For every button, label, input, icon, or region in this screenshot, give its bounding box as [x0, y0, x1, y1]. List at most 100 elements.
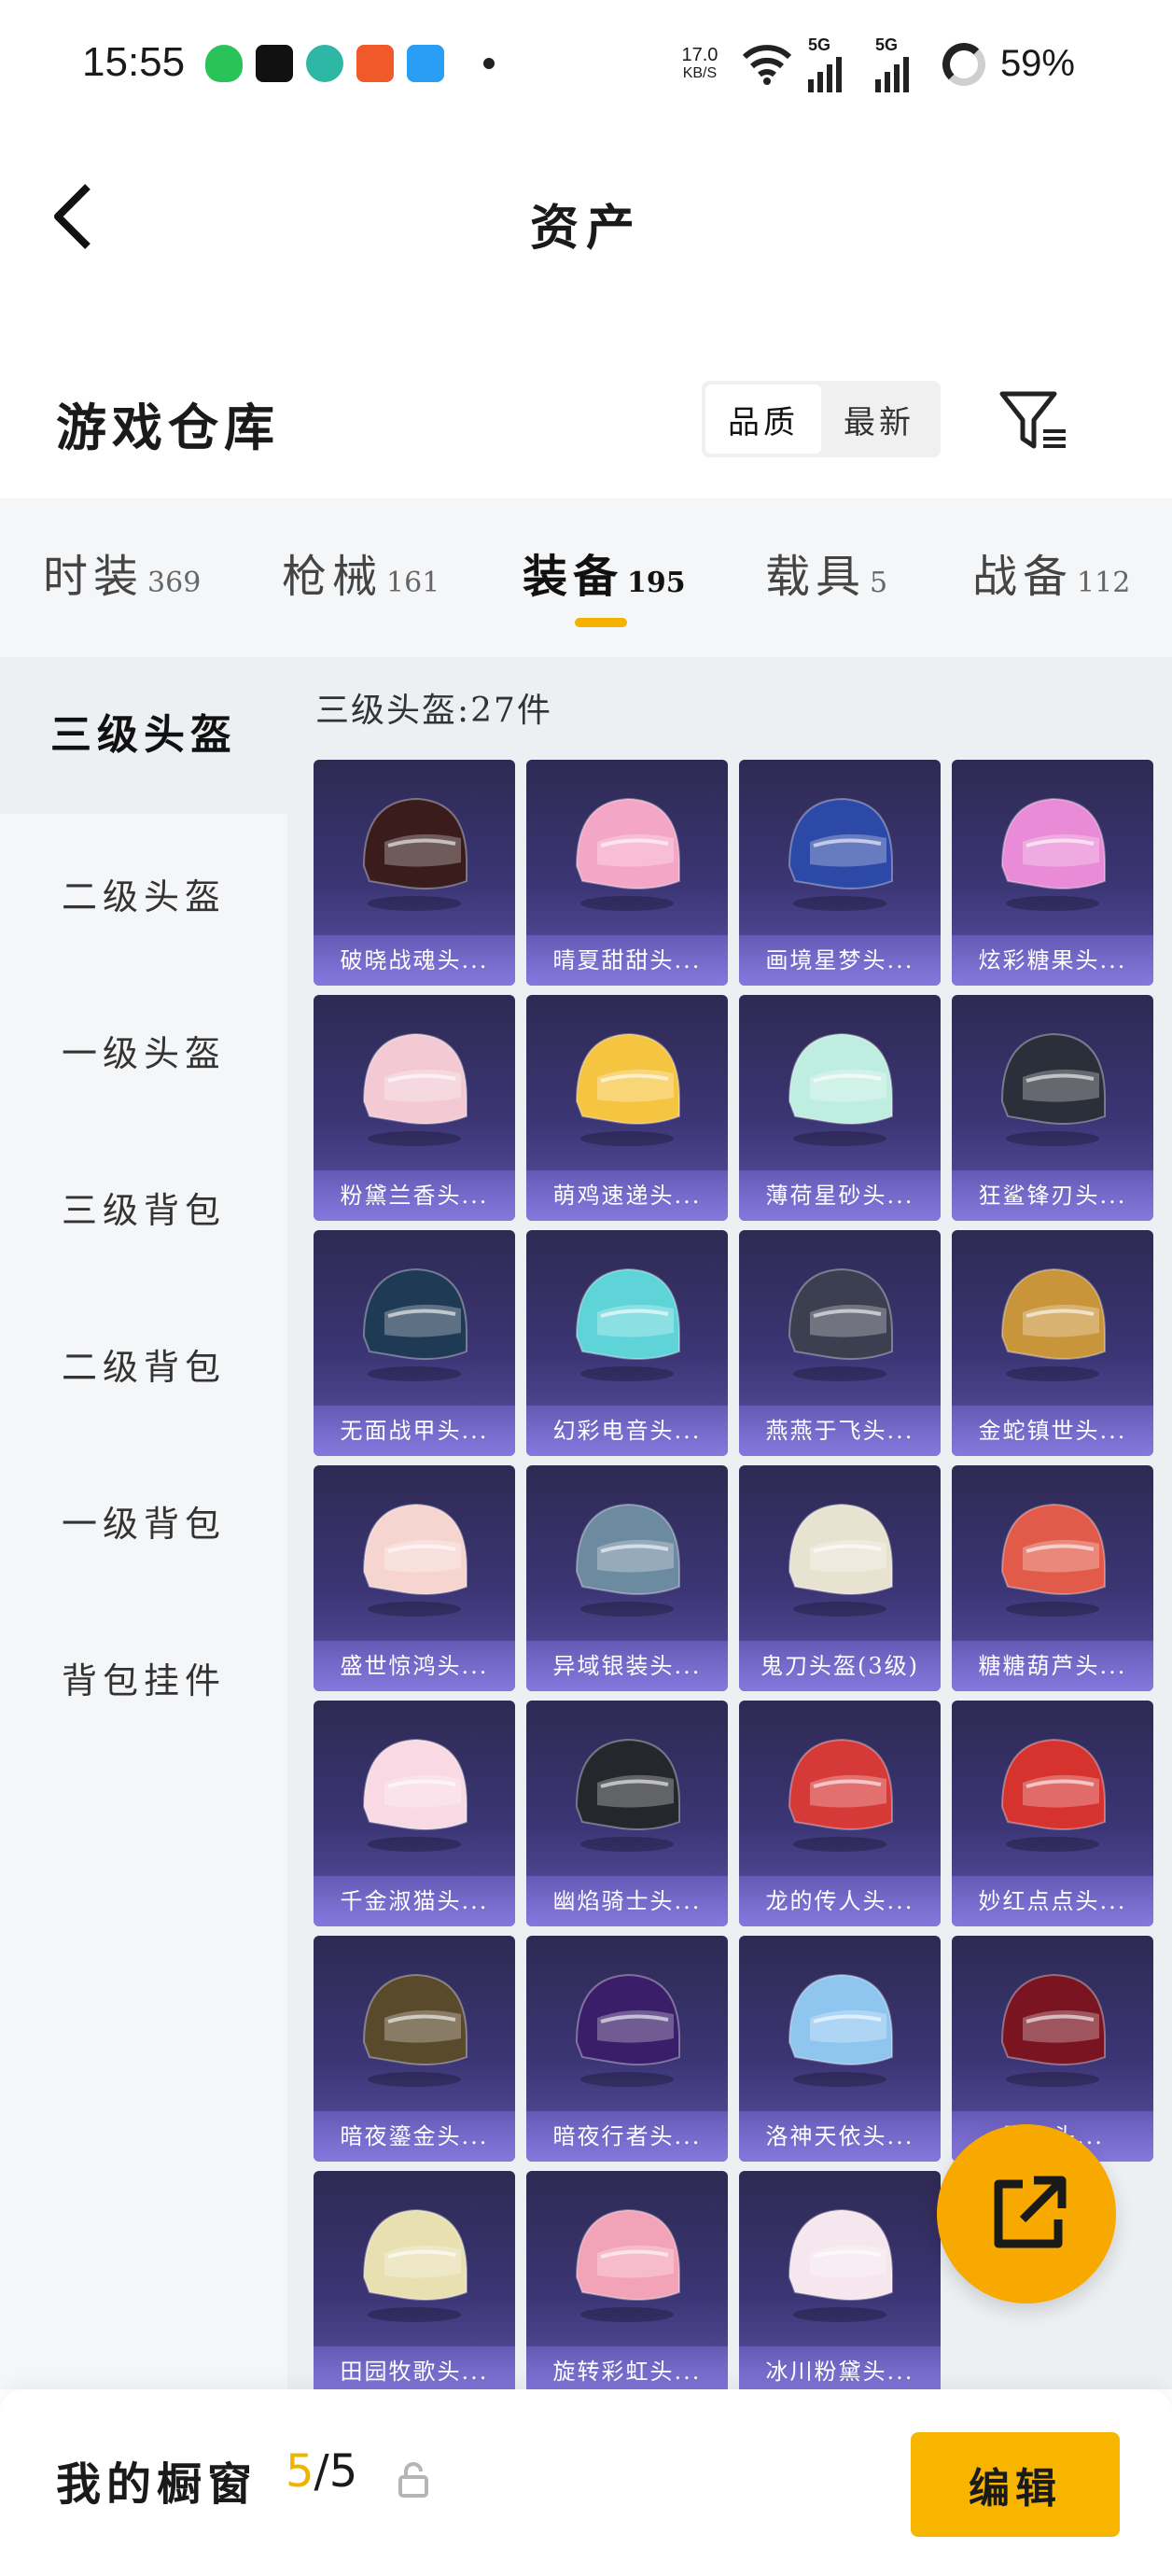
- item-card[interactable]: 龙的传人头...: [739, 1701, 941, 1926]
- tab-count: 369: [147, 567, 202, 599]
- helmet-icon: [788, 1738, 893, 1852]
- showcase-total: 5: [328, 2445, 358, 2498]
- item-card[interactable]: 异域银装头...: [526, 1465, 728, 1691]
- tab-label: 枪械: [282, 551, 384, 603]
- category-tabs: 时装 369 枪械 161 装备 195 载具 5 战备 112: [0, 498, 1172, 657]
- item-label: 鬼刀头盔(3级): [739, 1641, 941, 1691]
- helmet-icon: [788, 1032, 893, 1146]
- item-card[interactable]: 冰川粉黛头...: [739, 2171, 941, 2397]
- showcase-count: 5/5: [286, 2445, 357, 2498]
- item-card[interactable]: 狂鲨锋刃头...: [952, 995, 1153, 1221]
- item-label: 萌鸡速递头...: [526, 1170, 728, 1221]
- tab-count: 161: [386, 567, 440, 599]
- sort-quality-button[interactable]: 品质: [705, 385, 821, 454]
- helmet-icon: [362, 2208, 467, 2322]
- helmet-icon: [1000, 797, 1106, 911]
- item-card[interactable]: 画境星梦头...: [739, 760, 941, 986]
- item-label: 龙的传人头...: [739, 1876, 941, 1926]
- item-label: 盛世惊鸿头...: [314, 1641, 515, 1691]
- item-label: 狂鲨锋刃头...: [952, 1170, 1153, 1221]
- helmet-icon: [788, 1267, 893, 1381]
- item-card[interactable]: 破晓战魂头...: [314, 760, 515, 986]
- speed-value: 17.0: [681, 44, 719, 65]
- item-label: 异域银装头...: [526, 1641, 728, 1691]
- status-right: 17.0 KB/S 5G 5G 59%: [674, 35, 1075, 92]
- item-card[interactable]: 幻彩电音头...: [526, 1230, 728, 1456]
- network-type-1: 5G: [807, 35, 860, 92]
- nav-header: 资产: [0, 131, 1172, 299]
- item-card[interactable]: 萌鸡速递头...: [526, 995, 728, 1221]
- active-tab-indicator: [575, 618, 627, 627]
- lock-icon: [398, 2462, 428, 2498]
- item-card[interactable]: 燕燕于飞头...: [739, 1230, 941, 1456]
- item-card[interactable]: 幽焰骑士头...: [526, 1701, 728, 1926]
- helmet-icon: [575, 2208, 680, 2322]
- tab-count: 195: [627, 567, 686, 599]
- status-bar: 15:55 17.0 KB/S 5G 5G 59%: [0, 0, 1172, 131]
- item-card[interactable]: 粉黛兰香头...: [314, 995, 515, 1221]
- tab-count: 5: [870, 567, 888, 599]
- sidebar-item-level3-backpack[interactable]: 三级背包: [0, 1182, 287, 1233]
- helmet-icon: [788, 1973, 893, 2087]
- tab-equipment[interactable]: 装备 195: [523, 539, 686, 605]
- helmet-icon: [362, 797, 467, 911]
- edit-button[interactable]: 编辑: [911, 2432, 1120, 2537]
- sidebar-item-level1-backpack[interactable]: 一级背包: [0, 1495, 287, 1547]
- helmet-icon: [1000, 1032, 1106, 1146]
- item-card[interactable]: 洛神天依头...: [739, 1936, 941, 2162]
- helmet-icon: [575, 797, 680, 911]
- item-card[interactable]: 田园牧歌头...: [314, 2171, 515, 2397]
- item-card[interactable]: 暗夜鎏金头...: [314, 1936, 515, 2162]
- item-label: 幽焰骑士头...: [526, 1876, 728, 1926]
- share-fab-button[interactable]: [937, 2124, 1116, 2303]
- item-card[interactable]: 鬼刀头盔(3级): [739, 1465, 941, 1691]
- paper-plane-icon: [407, 45, 444, 82]
- helmet-icon: [362, 1032, 467, 1146]
- item-card[interactable]: 炫彩糖果头...: [952, 760, 1153, 986]
- tab-fashion[interactable]: 时装 369: [43, 539, 201, 605]
- item-card[interactable]: 金蛇镇世头...: [952, 1230, 1153, 1456]
- tab-weapons[interactable]: 枪械 161: [282, 539, 440, 605]
- item-card[interactable]: 妙红点点头...: [952, 1701, 1153, 1926]
- item-card[interactable]: 盛世惊鸿头...: [314, 1465, 515, 1691]
- item-card[interactable]: 千金淑猫头...: [314, 1701, 515, 1926]
- helmet-icon: [362, 1267, 467, 1381]
- network-speed: 17.0 KB/S: [674, 46, 726, 83]
- item-card[interactable]: 薄荷星砂头...: [739, 995, 941, 1221]
- filter-icon: [999, 391, 1066, 449]
- item-label: 暗夜行者头...: [526, 2111, 728, 2162]
- item-card[interactable]: 糖糖葫芦头...: [952, 1465, 1153, 1691]
- item-card[interactable]: 无面战甲头...: [314, 1230, 515, 1456]
- helmet-icon: [362, 1503, 467, 1617]
- helmet-icon: [575, 1032, 680, 1146]
- helmet-icon: [575, 1738, 680, 1852]
- sidebar-item-level2-helmet[interactable]: 二级头盔: [0, 868, 287, 919]
- battery-percent: 59%: [999, 43, 1075, 84]
- item-label: 暗夜鎏金头...: [314, 2111, 515, 2162]
- item-card[interactable]: 晴夏甜甜头...: [526, 760, 728, 986]
- tab-supplies[interactable]: 战备 112: [972, 539, 1130, 605]
- sidebar-item-level2-backpack[interactable]: 二级背包: [0, 1338, 287, 1390]
- network-label: 5G: [807, 35, 830, 54]
- helmet-icon: [788, 2208, 893, 2322]
- warehouse-header: 游戏仓库 品质 最新: [0, 364, 1172, 476]
- item-label: 破晓战魂头...: [314, 935, 515, 986]
- item-card[interactable]: 旋转彩虹头...: [526, 2171, 728, 2397]
- sidebar-item-level3-helmet[interactable]: 三级头盔: [0, 657, 287, 814]
- tab-vehicles[interactable]: 载具 5: [765, 539, 887, 605]
- external-link-icon: [994, 2176, 1067, 2248]
- sort-newest-button[interactable]: 最新: [821, 385, 937, 454]
- filter-button[interactable]: [997, 388, 1071, 455]
- item-label: 燕燕于飞头...: [739, 1406, 941, 1456]
- item-card[interactable]: 暗夜行者头...: [526, 1936, 728, 2162]
- sidebar-item-backpack-charm[interactable]: 背包挂件: [0, 1652, 287, 1703]
- signal-icon: [807, 57, 842, 92]
- helmet-icon: [788, 1503, 893, 1617]
- item-label: 无面战甲头...: [314, 1406, 515, 1456]
- shield-icon: [205, 45, 243, 82]
- sidebar: 三级头盔 二级头盔 一级头盔 三级背包 二级背包 一级背包 背包挂件: [0, 657, 287, 2389]
- section-title: 三级头盔:27件: [315, 692, 552, 730]
- sidebar-item-level1-helmet[interactable]: 一级头盔: [0, 1025, 287, 1076]
- network-label: 5G: [874, 35, 898, 54]
- tab-count: 112: [1077, 567, 1131, 599]
